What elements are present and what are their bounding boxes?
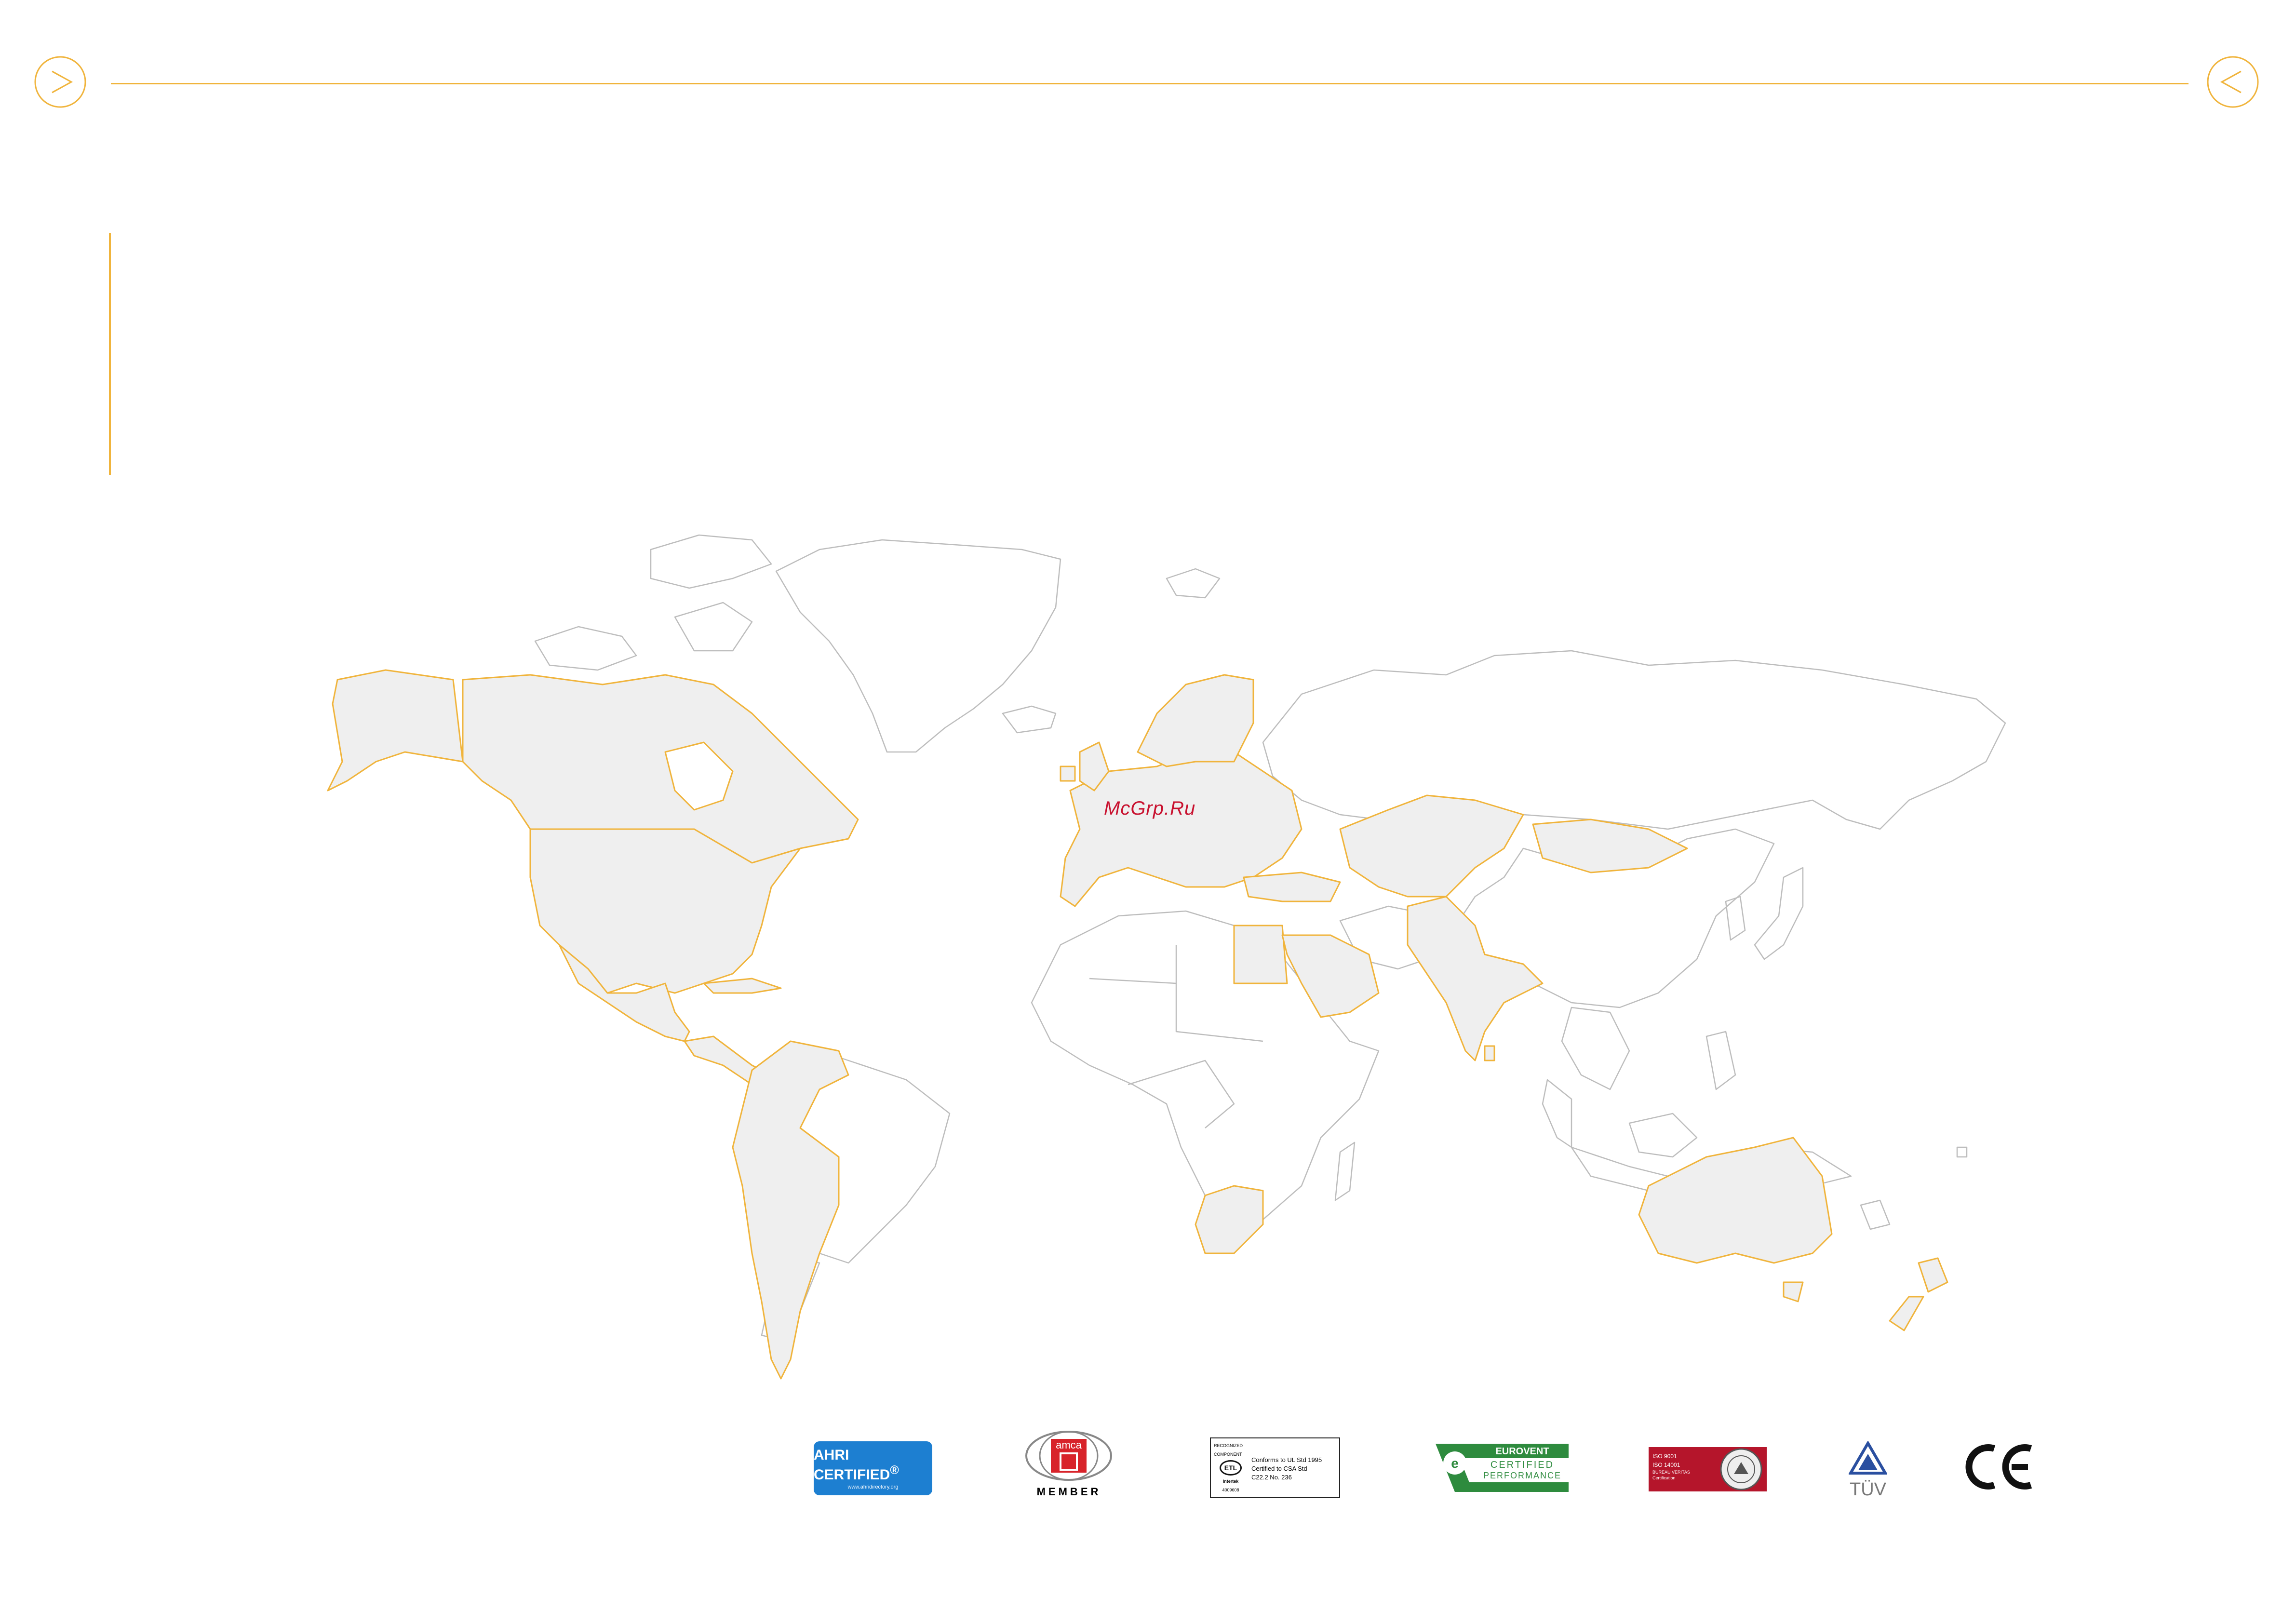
ce-mark-icon: [1965, 1444, 2032, 1490]
india: [1407, 896, 1544, 1061]
ahri-url: www.ahridirectory.org: [847, 1484, 899, 1490]
world-map: McGrp.Ru: [0, 0, 2296, 1624]
iso-bureau-veritas: BUREAU VERITAS: [1652, 1470, 1690, 1475]
etl-intertek-logo: RECOGNIZED COMPONENT ETL Intertek 400960…: [1210, 1437, 1340, 1498]
etl-line-3: C22.2 No. 236: [1251, 1474, 1292, 1481]
eurovent-line-1: EUROVENT: [1495, 1446, 1549, 1457]
iso-certification: Certification: [1652, 1476, 1676, 1480]
alaska: [327, 669, 464, 792]
central-asia: [1339, 794, 1524, 898]
amca-member-text: MEMBER: [1036, 1486, 1101, 1498]
mongolia: [1532, 819, 1688, 873]
ahri-label: AHRI CERTIFIED: [814, 1447, 890, 1483]
turkey: [1243, 872, 1341, 902]
amca-globe-icon: amca: [1025, 1431, 1112, 1481]
bureau-veritas-seal-icon: [1720, 1448, 1762, 1490]
tuv-text: TÜV: [1850, 1479, 1886, 1500]
tuv-logo: TÜV: [1841, 1440, 1894, 1500]
etl-number: 4009608: [1222, 1488, 1239, 1492]
iso-bureau-veritas-logo: ISO 9001 ISO 14001 BUREAU VERITAS Certif…: [1649, 1447, 1767, 1491]
etl-line-1: Conforms to UL Std 1995: [1251, 1456, 1322, 1463]
greenland: [775, 539, 1061, 753]
new-zealand: [1918, 1257, 1948, 1293]
ahri-certified-logo: AHRI CERTIFIED® www.ahridirectory.org: [814, 1441, 932, 1495]
etl-recognized-text: RECOGNIZED COMPONENT: [1214, 1443, 1243, 1457]
etl-line-2: Certified to CSA Std: [1251, 1465, 1307, 1472]
russia: [1262, 650, 2006, 830]
svg-text:e: e: [1451, 1456, 1459, 1471]
eurovent-line-2: CERTIFIED: [1490, 1460, 1554, 1470]
iso-9001: ISO 9001: [1652, 1453, 1677, 1460]
ahri-registered-mark: ®: [890, 1463, 899, 1477]
etl-mark-icon: ETL: [1220, 1460, 1242, 1476]
eurovent-certified-logo: e EUROVENT CERTIFIED PERFORMANCE: [1436, 1444, 1569, 1492]
etl-brand: Intertek: [1222, 1479, 1239, 1484]
scandinavia: [1137, 674, 1254, 767]
highlighted-countries: [327, 669, 1948, 1380]
egypt: [1233, 925, 1288, 984]
western-south-america: [732, 1040, 849, 1380]
iso-14001: ISO 14001: [1652, 1462, 1680, 1468]
amca-brand-text: amca: [1056, 1439, 1082, 1451]
amca-member-logo: amca MEMBER: [1024, 1429, 1114, 1502]
south-africa: [1195, 1185, 1264, 1254]
ce-mark-logo: [1964, 1439, 2037, 1494]
saudi-arabia: [1281, 934, 1380, 1018]
eurovent-badge-icon: e EUROVENT CERTIFIED PERFORMANCE: [1436, 1444, 1569, 1492]
tuv-triangle-icon: [1848, 1440, 1888, 1475]
map-watermark: McGrp.Ru: [1104, 798, 1196, 819]
eurovent-line-3: PERFORMANCE: [1483, 1471, 1561, 1480]
